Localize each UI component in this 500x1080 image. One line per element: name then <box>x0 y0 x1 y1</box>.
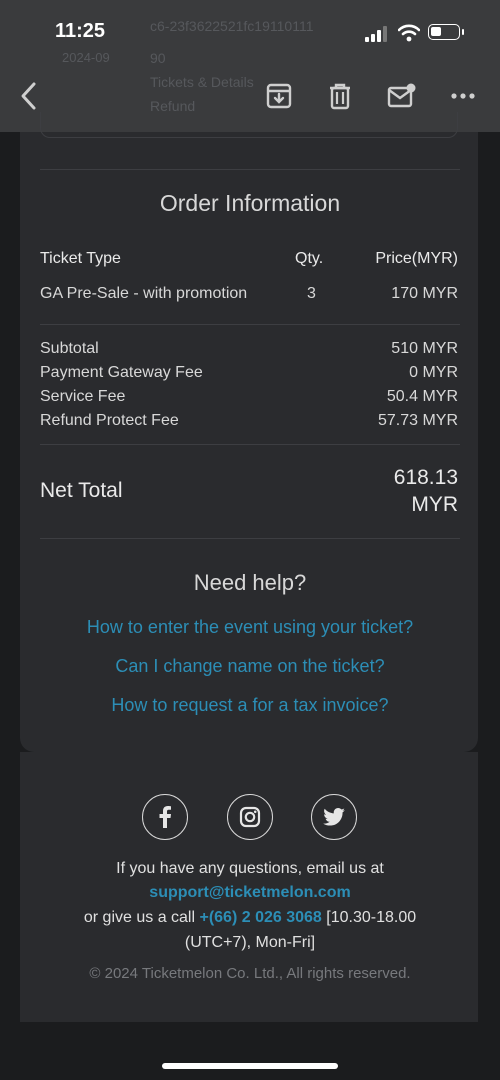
header-price: Price(MYR) <box>375 250 458 267</box>
net-total-value: 618.13 <box>393 466 458 489</box>
fee-label: Payment Gateway Fee <box>40 364 203 381</box>
fee-value: 57.73 MYR <box>377 412 458 429</box>
fee-value: 0 MYR <box>409 364 458 381</box>
item-qty: 3 <box>307 285 316 302</box>
divider <box>40 538 460 539</box>
underlying-left-text: 2024-09 <box>62 50 110 65</box>
divider <box>40 444 460 445</box>
mark-unread-icon[interactable] <box>387 82 417 110</box>
hours-text-continued: (UTC+7), Mon-Fri] <box>184 934 316 951</box>
header-qty: Qty. <box>295 250 324 267</box>
item-type: GA Pre-Sale - with promotion <box>40 285 248 302</box>
net-total-label: Net Total <box>40 479 123 502</box>
order-title: Order Information <box>159 190 341 216</box>
facebook-icon[interactable] <box>142 794 188 840</box>
help-link-tax-invoice[interactable]: How to request a for a tax invoice? <box>0 695 500 716</box>
help-title: Need help? <box>193 570 307 595</box>
back-icon[interactable] <box>18 80 40 112</box>
footer-call-line: or give us a call +(66) 2 026 3068 [10.3… <box>0 909 500 927</box>
signal-icon <box>365 26 387 42</box>
fee-label: Refund Protect Fee <box>40 412 179 429</box>
card-partial-border <box>40 112 458 138</box>
fee-label: Service Fee <box>40 388 126 405</box>
twitter-icon[interactable] <box>311 794 357 840</box>
copyright: © 2024 Ticketmelon Co. Ltd., All rights … <box>89 965 411 982</box>
support-email-link[interactable]: support@ticketmelon.com <box>0 884 500 902</box>
fee-label: Subtotal <box>40 340 99 357</box>
wifi-icon <box>398 24 420 42</box>
divider <box>40 169 460 170</box>
call-prefix: or give us a call <box>83 909 200 926</box>
underlying-email-text: c6-23f3622521fc19110111 90 Tickets & Det… <box>150 18 314 114</box>
more-icon[interactable] <box>451 93 475 99</box>
header-ticket-type: Ticket Type <box>40 250 121 267</box>
hours-text: [10.30-18.00 <box>321 909 417 926</box>
help-link-change-name[interactable]: Can I change name on the ticket? <box>0 656 500 677</box>
trash-icon[interactable] <box>328 82 352 110</box>
fee-value: 50.4 MYR <box>386 388 458 405</box>
divider <box>40 324 460 325</box>
item-price: 170 MYR <box>391 285 458 302</box>
home-indicator[interactable] <box>162 1063 338 1069</box>
net-total-currency: MYR <box>411 493 458 516</box>
help-link-enter-event[interactable]: How to enter the event using your ticket… <box>0 617 500 638</box>
phone-link[interactable]: +(66) 2 026 3068 <box>199 909 321 926</box>
footer-question-text: If you have any questions, email us at <box>116 860 384 877</box>
instagram-icon[interactable] <box>227 794 273 840</box>
fee-value: 510 MYR <box>391 340 458 357</box>
archive-icon[interactable] <box>266 82 292 110</box>
status-time: 11:25 <box>55 20 106 42</box>
battery-icon <box>428 24 464 40</box>
